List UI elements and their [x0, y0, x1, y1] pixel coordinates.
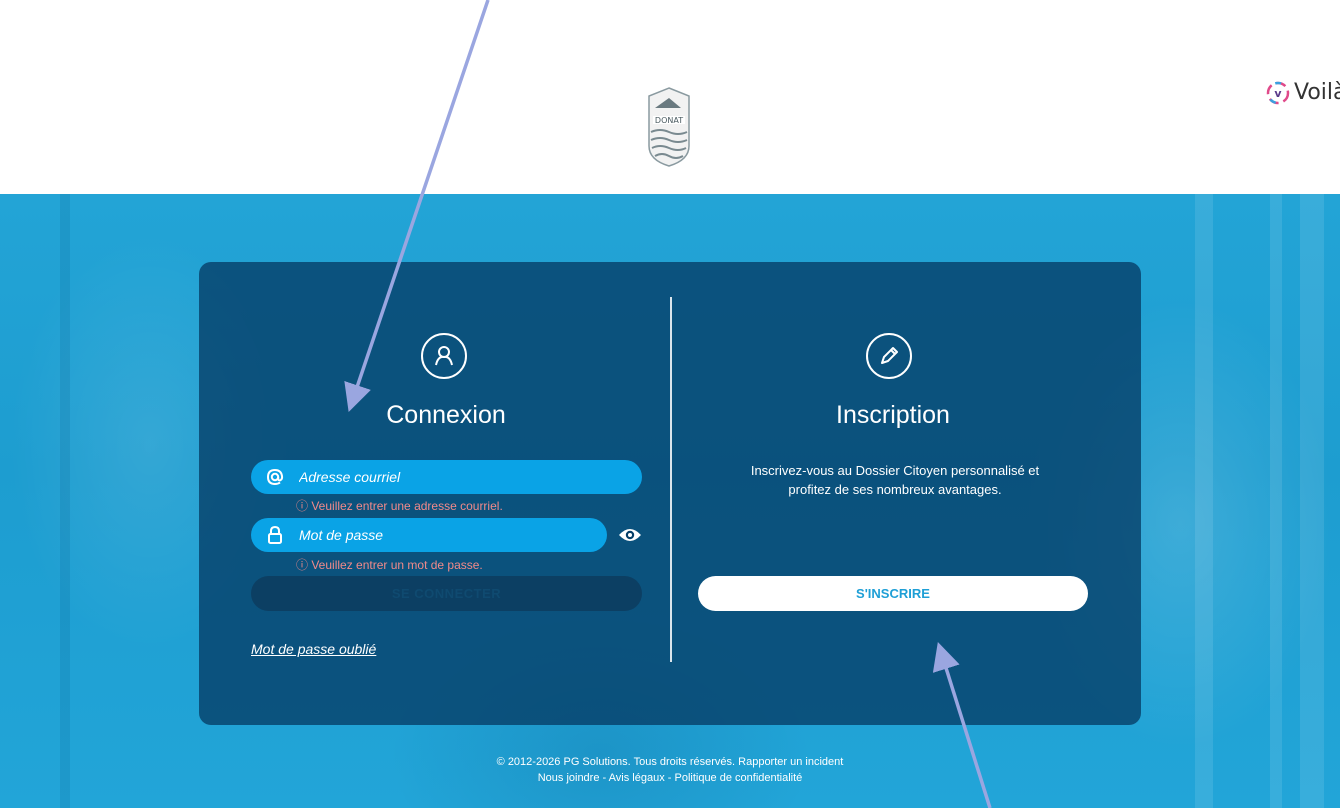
- voila-logo-icon: v: [1266, 81, 1290, 104]
- password-input[interactable]: [297, 526, 591, 544]
- copyright-text: © 2012-2026 PG Solutions. Tous droits ré…: [496, 756, 736, 768]
- footer-separator: -: [599, 772, 609, 784]
- municipality-logo[interactable]: DONAT: [645, 86, 693, 168]
- eye-icon[interactable]: [618, 525, 642, 545]
- footer: © 2012-2026 PG Solutions. Tous droits ré…: [370, 754, 970, 786]
- signup-button[interactable]: S'INSCRIRE: [698, 576, 1088, 611]
- footer-line-2: Nous joindre - Avis légaux - Politique d…: [370, 770, 970, 786]
- signup-title: Inscription: [836, 401, 950, 429]
- footer-line-1: © 2012-2026 PG Solutions. Tous droits ré…: [370, 754, 970, 770]
- login-title: Connexion: [386, 401, 506, 429]
- password-field[interactable]: [251, 518, 607, 552]
- legal-link[interactable]: Avis légaux: [609, 772, 665, 784]
- voila-brand[interactable]: v Voilà!: [1266, 80, 1340, 105]
- privacy-link[interactable]: Politique de confidentialité: [674, 772, 802, 784]
- brand-name: Voilà!: [1294, 80, 1340, 105]
- login-button[interactable]: SE CONNECTER: [251, 576, 642, 611]
- email-error: ⓘ Veuillez entrer une adresse courriel.: [296, 499, 503, 513]
- email-field[interactable]: [251, 460, 642, 494]
- panel-divider: [670, 297, 672, 662]
- lock-icon: [265, 525, 285, 545]
- svg-text:v: v: [1274, 87, 1282, 100]
- pencil-icon: [866, 333, 912, 379]
- user-icon: [421, 333, 467, 379]
- password-error: ⓘ Veuillez entrer un mot de passe.: [296, 558, 483, 572]
- at-icon: [265, 467, 285, 487]
- email-input[interactable]: [297, 468, 621, 486]
- forgot-password-link[interactable]: Mot de passe oublié: [251, 641, 376, 657]
- report-incident-link[interactable]: Rapporter un incident: [738, 756, 843, 768]
- signup-description: Inscrivez-vous au Dossier Citoyen person…: [750, 463, 1040, 497]
- contact-link[interactable]: Nous joindre: [538, 772, 600, 784]
- svg-text:DONAT: DONAT: [655, 116, 683, 125]
- top-header: DONAT v Voilà!: [0, 0, 1340, 194]
